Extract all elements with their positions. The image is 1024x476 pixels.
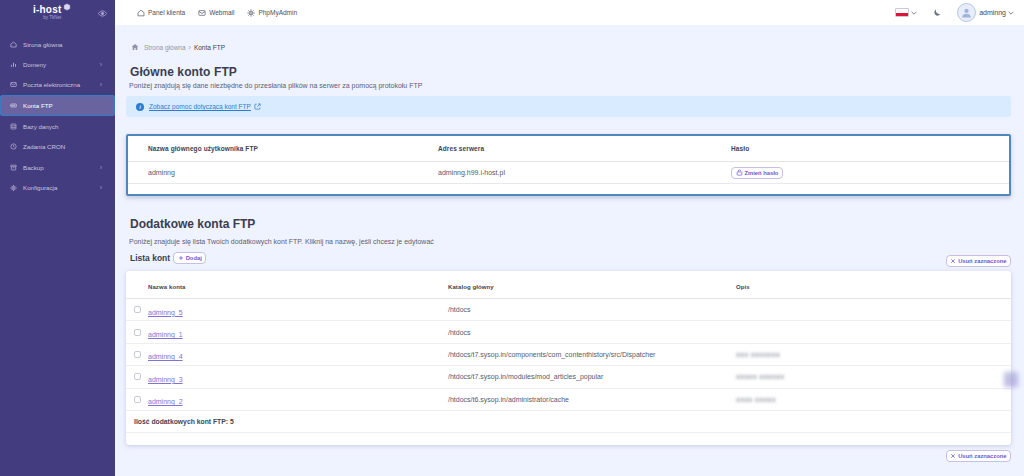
table-row: adminng_5 /htdocs	[126, 299, 1011, 321]
account-link[interactable]: adminng_2	[148, 398, 183, 405]
row-checkbox[interactable]	[134, 373, 141, 380]
row-checkbox[interactable]	[134, 396, 141, 403]
sidebar-item-domeny[interactable]: Domeny ›	[0, 54, 115, 74]
delete-selected-button-top[interactable]: Usuń zaznaczone	[946, 255, 1011, 267]
backup-box-icon	[10, 164, 17, 171]
brand-cube-icon	[63, 3, 71, 11]
sidebar-item-backup[interactable]: Backup ›	[0, 157, 115, 177]
avatar[interactable]	[957, 3, 976, 22]
sidebar: i-host by TkNet Strona główna Domeny › P…	[0, 0, 115, 476]
sidebar-item-zadania-cron[interactable]: Zadania CRON	[0, 137, 115, 157]
x-icon	[950, 453, 956, 459]
account-link[interactable]: adminng_5	[148, 309, 183, 316]
moon-icon	[932, 8, 942, 18]
chevron-right-icon: ›	[100, 81, 102, 88]
main-ftp-table-row: adminng adminng.h99.i-host.pl Zmień hasł…	[128, 162, 1009, 184]
list-label: Lista kont	[130, 253, 170, 263]
brand-name: i-host	[33, 5, 61, 15]
topbar-panel-klienta[interactable]: Panel klienta	[137, 9, 185, 17]
chevron-right-icon: ›	[100, 184, 102, 191]
additional-section-title: Dodatkowe konta FTP	[130, 218, 1011, 230]
x-icon	[950, 258, 956, 264]
account-link[interactable]: adminng_3	[148, 376, 183, 383]
user-name: adminng	[979, 9, 1006, 16]
mail-icon	[10, 81, 17, 88]
add-account-button[interactable]: Dodaj	[173, 252, 206, 264]
help-alert: i Zobacz pomoc dotyczącą kont FTP	[126, 96, 1011, 117]
gear-icon	[247, 9, 255, 17]
home-icon	[10, 41, 17, 48]
accounts-count: Ilość dodatkowych kont FTP: 5	[126, 411, 1011, 433]
sidebar-item-poczta-elektroniczna[interactable]: Poczta elektroniczna ›	[0, 75, 115, 95]
topbar-webmail[interactable]: Webmail	[198, 9, 234, 17]
change-password-button[interactable]: Zmień hasło	[731, 167, 783, 179]
breadcrumb-home[interactable]: Strona główna	[144, 44, 186, 51]
topbar: Panel klienta Webmail PhpMyAdmin	[115, 0, 1024, 25]
sidebar-item-konfiguracja[interactable]: Konfiguracja ›	[0, 177, 115, 197]
content: Strona główna › Konta FTP Główne konto F…	[115, 25, 1024, 462]
sidebar-item-konta-ftp[interactable]: Konta FTP	[0, 95, 115, 116]
additional-section-subtitle: Poniżej znajduje się lista Twoich dodatk…	[129, 238, 1011, 245]
sidebar-item-bazy-danych[interactable]: Bazy danych	[0, 116, 115, 136]
additional-ftp-table-header: Nazwa konta Katalog główny Opis	[126, 271, 1011, 299]
sidebar-item-strona-glowna[interactable]: Strona główna	[0, 34, 115, 54]
plus-icon	[178, 255, 184, 261]
gear-icon	[10, 184, 17, 191]
table-row: adminng_3 /htdocs/t7.sysop.in/modules/mo…	[126, 366, 1011, 388]
external-link-icon	[254, 103, 261, 110]
sidebar-logo[interactable]: i-host by TkNet	[0, 0, 115, 26]
row-checkbox[interactable]	[134, 329, 141, 336]
mail-icon	[198, 9, 206, 17]
chat-widget-blurred[interactable]	[1004, 372, 1018, 387]
poland-flag-icon	[895, 8, 909, 17]
brand-byline: by TkNet	[33, 16, 71, 21]
main-ftp-table: Nazwa głównego użytkownika FTP Adres ser…	[126, 134, 1011, 196]
language-selector[interactable]	[895, 8, 917, 17]
list-actions-row: Lista kont Dodaj Usuń zaznaczone	[126, 251, 1011, 264]
ftp-username: adminng	[148, 169, 438, 176]
chevron-right-icon: ›	[100, 61, 102, 68]
clock-icon	[10, 143, 17, 150]
home-icon	[131, 43, 139, 51]
user-menu[interactable]: adminng	[979, 9, 1014, 16]
info-icon: i	[136, 103, 144, 111]
dark-mode-toggle[interactable]	[932, 8, 942, 18]
sidebar-collapse-icon[interactable]	[98, 9, 107, 18]
table-row: adminng_2 /htdocs/t6.sysop.in/administra…	[126, 389, 1011, 411]
help-link[interactable]: Zobacz pomoc dotyczącą kont FTP	[149, 103, 261, 110]
database-icon	[10, 123, 17, 130]
table-row: adminng_4 /htdocs/t7.sysop.in/components…	[126, 344, 1011, 366]
additional-ftp-table: Nazwa konta Katalog główny Opis adminng_…	[126, 271, 1011, 445]
table-row: adminng_1 /htdocs	[126, 321, 1011, 343]
row-checkbox[interactable]	[134, 351, 141, 358]
chevron-right-icon: ›	[100, 164, 102, 171]
ftp-server: adminng.h99.i-host.pl	[438, 169, 731, 176]
main-ftp-table-header: Nazwa głównego użytkownika FTP Adres ser…	[128, 136, 1009, 162]
breadcrumb-current: Konta FTP	[194, 44, 225, 51]
chart-bars-icon	[10, 61, 17, 68]
user-icon	[960, 6, 973, 19]
chevron-down-icon	[911, 11, 917, 15]
account-link[interactable]: adminng_4	[148, 353, 183, 360]
delete-selected-button-bottom[interactable]: Usuń zaznaczone	[946, 450, 1011, 462]
ftp-drive-icon	[10, 102, 17, 109]
lock-icon	[736, 169, 743, 176]
topbar-phpmyadmin[interactable]: PhpMyAdmin	[247, 9, 297, 17]
page-title: Główne konto FTP	[130, 66, 1011, 78]
account-link[interactable]: adminng_1	[148, 331, 183, 338]
row-checkbox[interactable]	[134, 306, 141, 313]
chevron-down-icon	[1008, 11, 1014, 15]
sidebar-nav: Strona główna Domeny › Poczta elektronic…	[0, 34, 115, 198]
home-icon	[137, 9, 145, 17]
breadcrumb: Strona główna › Konta FTP	[131, 42, 1011, 52]
page-subtitle: Poniżej znajdują się dane niezbędne do p…	[129, 82, 1011, 89]
